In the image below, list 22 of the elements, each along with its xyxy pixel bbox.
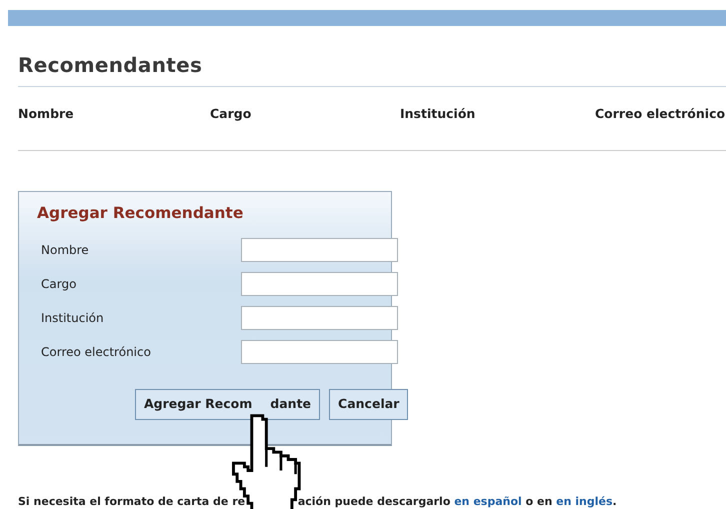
column-header: Cargo [210,105,252,123]
page-heading: Recomendantes [18,50,726,87]
field-label: Nombre [41,242,90,259]
field-label: Institución [41,310,105,327]
field-label: Cargo [41,276,78,293]
column-header: Nombre [18,105,75,123]
field-label: Correo electrónico [41,344,152,361]
input-field[interactable] [241,340,398,364]
cancel-button[interactable]: Cancelar [329,389,408,420]
note-text: o en [524,494,554,509]
input-field[interactable] [241,238,398,262]
link[interactable]: en inglés [556,494,613,509]
input-field[interactable] [241,272,398,296]
column-header: Correo electrónico [595,105,726,123]
note-text: ación puede descargarlo [298,494,452,509]
note-text: . [612,494,617,509]
column-header: Institución [400,105,476,123]
note-text: Si necesita el formato de carta de re [18,494,246,509]
add-button[interactable]: Agregar Recom dante [135,389,320,420]
panel-title: Agregar Recomendante [37,202,244,224]
link[interactable]: en español [454,494,522,509]
input-field[interactable] [241,306,398,330]
